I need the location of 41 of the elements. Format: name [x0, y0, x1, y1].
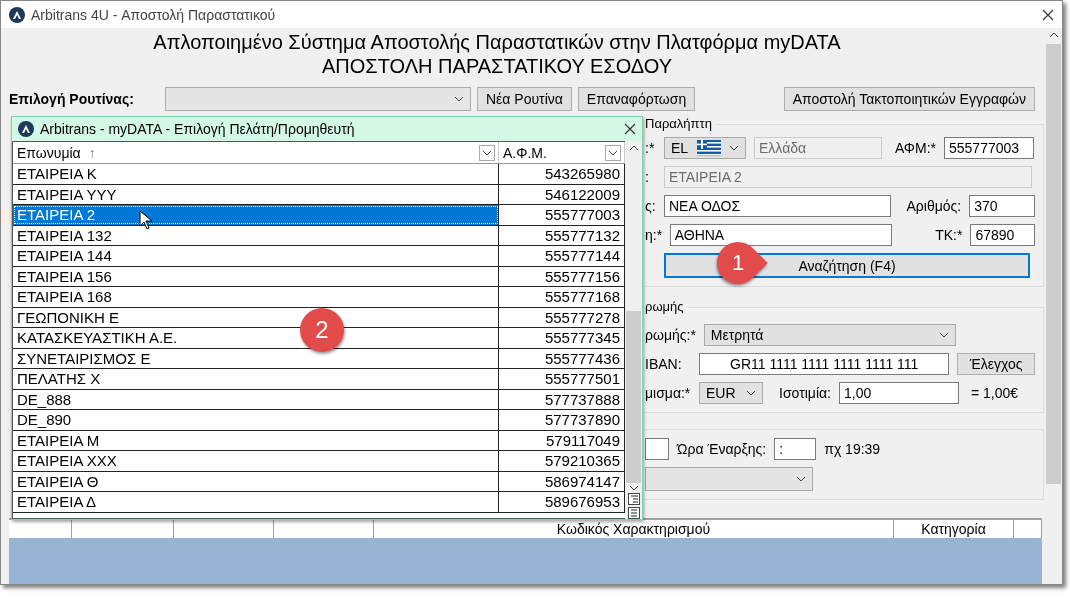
column-header[interactable]: Επωνυμία ↑ — [13, 142, 499, 163]
reload-button[interactable]: Επαναφόρτωση — [577, 87, 696, 111]
number-label: Αριθμός: — [905, 198, 962, 214]
zip-label: ΤΚ:* — [934, 227, 963, 243]
heading-title: Απλοποιημένο Σύστημα Αποστολής Παραστατικών στην Πλατφόρμα myDATA — [152, 30, 842, 54]
group-title: ρωμής — [645, 299, 688, 314]
country-name-field: Ελλάδα — [754, 137, 882, 159]
table-cell[interactable]: ΕΤΑΙΡΕΙΑ 2 — [13, 205, 499, 225]
iban-label: IBAN: — [645, 356, 683, 372]
name-label: : — [645, 169, 650, 185]
rate-field[interactable]: 1,00 — [839, 382, 959, 404]
payment-method-dropdown[interactable]: Μετρητά — [703, 324, 956, 346]
new-routine-button[interactable]: Νέα Ρουτίνα — [477, 87, 572, 111]
country-label: :* — [645, 140, 656, 156]
send-entries-button[interactable]: Αποστολή Τακτοποιητικών Εγγραφών — [783, 87, 1035, 111]
zip-field[interactable]: 67890 — [970, 224, 1035, 246]
heading-subtitle: ΑΠΟΣΤΟΛΗ ΠΑΡΑΣΤΑΤΙΚΟΥ ΕΣΟΔΟΥ — [321, 54, 673, 78]
afm-label: ΑΦΜ:* — [893, 140, 936, 156]
iban-field[interactable]: GR11 1111 1111 1111 1111 111 — [699, 353, 950, 375]
street-field[interactable]: ΝΕΑ ΟΔΟΣ — [664, 195, 892, 217]
street-label: ς: — [645, 198, 656, 214]
rate-result: = 1,00€ — [971, 385, 1019, 401]
afm-field[interactable]: 555777003 — [944, 137, 1034, 159]
payment-method-label: ρωμής:* — [645, 327, 696, 343]
routine-label: Επιλογή Ρουτίνας: — [9, 91, 135, 107]
currency-dropdown[interactable]: EUR — [699, 382, 763, 404]
currency-label: μισμα:* — [645, 385, 691, 401]
number-field[interactable]: 370 — [969, 195, 1035, 217]
check-button[interactable]: Έλεγχος — [957, 353, 1035, 375]
window-title: Arbitrans 4U - Αποστολή Παραστατικού — [31, 6, 277, 23]
start-time-label: Ώρα Έναρξης: — [677, 441, 767, 457]
name-field: ΕΤΑΙΡΕΙΑ 2 — [664, 166, 1032, 188]
sort-mark: ↑ — [88, 144, 97, 161]
rate-label: Ισοτιμία: — [778, 385, 831, 401]
time-hint: πχ 19:39 — [824, 441, 881, 457]
group-title: Παραλήπτη — [645, 116, 716, 131]
city-field[interactable]: ΑΘΗΝΑ — [669, 224, 893, 246]
city-label: η:* — [645, 227, 662, 243]
start-time-field[interactable]: : — [774, 438, 817, 460]
dialog-title: Arbitrans - myDATA - Επιλογή Πελάτη/Προμηθευτή — [40, 121, 356, 137]
country-dropdown[interactable]: EL — [664, 137, 746, 159]
